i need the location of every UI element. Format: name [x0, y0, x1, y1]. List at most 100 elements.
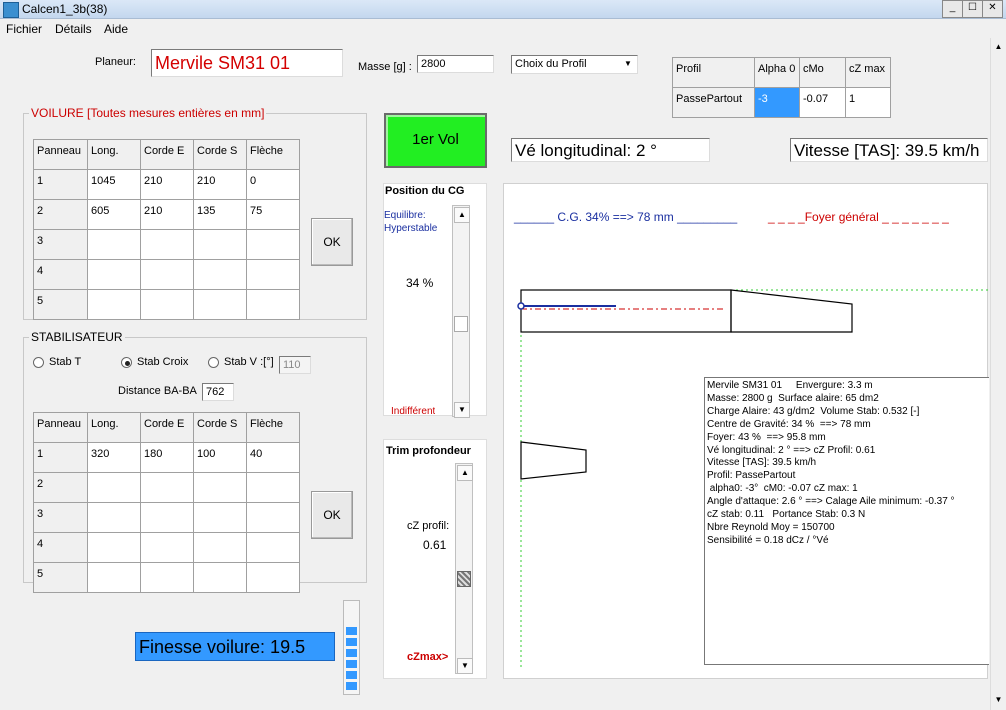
stab-cell[interactable] — [87, 562, 141, 593]
scroll-up-icon[interactable]: ▲ — [457, 465, 473, 481]
stab-cell[interactable]: 180 — [140, 442, 194, 473]
title-bar: Calcen1_3b(38) _ ☐ ✕ — [0, 0, 1006, 19]
stab-cell[interactable] — [87, 502, 141, 533]
stab-cell[interactable] — [193, 562, 247, 593]
voilure-header: Long. — [87, 139, 141, 170]
stab-cell[interactable] — [140, 532, 194, 563]
stab-cell[interactable] — [246, 562, 300, 593]
voilure-cell[interactable] — [87, 229, 141, 260]
scroll-up-icon[interactable]: ▲ — [454, 207, 470, 223]
menu-details[interactable]: Détails — [55, 22, 92, 36]
voilure-cell[interactable]: 0 — [246, 169, 300, 200]
voilure-cell[interactable] — [193, 229, 247, 260]
stab-cell[interactable] — [87, 532, 141, 563]
voilure-cell[interactable]: 135 — [193, 199, 247, 230]
maximize-button[interactable]: ☐ — [962, 0, 983, 18]
scroll-up-icon[interactable]: ▲ — [992, 40, 1005, 53]
stab-cell[interactable] — [246, 532, 300, 563]
stab-cell[interactable] — [246, 502, 300, 533]
cg-scroll-thumb[interactable] — [454, 316, 468, 332]
stab-header: Flèche — [246, 412, 300, 443]
planeur-input[interactable]: Mervile SM31 01 — [151, 49, 343, 77]
table-row: 3 — [33, 229, 300, 260]
stab-v-label: Stab V :[°] — [224, 356, 274, 368]
trim-title: Trim profondeur — [386, 445, 471, 457]
info-line: Profil: PassePartout — [707, 470, 796, 482]
stab-cell[interactable] — [246, 472, 300, 503]
glider-drawing: ______ C.G. 34% ==> 78 mm _________ _ _ … — [503, 183, 989, 679]
info-line: alpha0: -3° cM0: -0.07 cZ max: 1 — [707, 483, 858, 495]
voilure-ok-button[interactable]: OK — [311, 218, 353, 266]
stab-cell[interactable] — [140, 502, 194, 533]
stab-cell[interactable] — [193, 472, 247, 503]
trim-scroll-thumb[interactable] — [457, 571, 471, 587]
voilure-cell[interactable] — [140, 289, 194, 320]
cg-scrollbar[interactable]: ▲ ▼ — [452, 205, 470, 418]
trim-cz-value: 0.61 — [423, 538, 447, 552]
menu-fichier[interactable]: Fichier — [6, 22, 42, 36]
stab-row-header: 3 — [33, 502, 88, 533]
voilure-cell[interactable]: 75 — [246, 199, 300, 230]
stab-cell[interactable]: 40 — [246, 442, 300, 473]
stab-cell[interactable] — [193, 502, 247, 533]
cg-hyper-label: Hyperstable — [384, 223, 438, 234]
voilure-cell[interactable]: 210 — [140, 169, 194, 200]
window-scrollbar[interactable]: ▲ ▼ — [990, 38, 1006, 710]
scroll-down-icon[interactable]: ▼ — [457, 658, 473, 674]
stab-header: Long. — [87, 412, 141, 443]
cg-title: Position du CG — [385, 185, 465, 197]
stab-v-radio[interactable] — [208, 357, 219, 368]
voilure-cell[interactable] — [140, 229, 194, 260]
profile-cmo-cell[interactable]: -0.07 — [799, 87, 846, 118]
voilure-cell[interactable]: 210 — [193, 169, 247, 200]
voilure-cell[interactable]: 1045 — [87, 169, 141, 200]
voilure-cell[interactable]: 210 — [140, 199, 194, 230]
distance-input[interactable]: 762 — [202, 383, 234, 401]
voilure-cell[interactable] — [246, 229, 300, 260]
voilure-header: Corde S — [193, 139, 247, 170]
voilure-cell[interactable] — [193, 259, 247, 290]
voilure-cell[interactable] — [246, 259, 300, 290]
voilure-title: VOILURE [Toutes mesures entières en mm] — [29, 106, 267, 120]
stab-cell[interactable]: 100 — [193, 442, 247, 473]
stab-cell[interactable] — [87, 472, 141, 503]
scroll-down-icon[interactable]: ▼ — [992, 693, 1005, 706]
stab-cell[interactable] — [140, 472, 194, 503]
profile-czmax-cell[interactable]: 1 — [845, 87, 891, 118]
scroll-down-icon[interactable]: ▼ — [454, 402, 470, 418]
minimize-button[interactable]: _ — [942, 0, 963, 18]
trim-scrollbar[interactable]: ▲ ▼ — [455, 463, 473, 674]
profile-select[interactable]: Choix du Profil ▼ — [511, 55, 638, 74]
masse-label: Masse [g] : — [358, 61, 412, 73]
close-button[interactable]: ✕ — [982, 0, 1003, 18]
speed-display: Vitesse [TAS]: 39.5 km/h — [790, 138, 988, 162]
voilure-cell[interactable] — [140, 259, 194, 290]
voilure-cell[interactable] — [87, 289, 141, 320]
stab-cell[interactable]: 320 — [87, 442, 141, 473]
table-row: 1 320 180 100 40 — [33, 442, 300, 473]
finesse-level-meter — [343, 600, 360, 695]
stab-header: Panneau — [33, 412, 88, 443]
cg-indiff-label: Indifférent — [391, 406, 436, 416]
info-line: Foyer: 43 % ==> 95.8 mm — [707, 431, 826, 443]
masse-input[interactable]: 2800 — [417, 55, 494, 73]
profile-alpha0-cell[interactable]: -3 — [754, 87, 800, 118]
stab-header-row: Panneau Long. Corde E Corde S Flèche — [33, 412, 300, 443]
voilure-cell[interactable] — [193, 289, 247, 320]
menu-aide[interactable]: Aide — [104, 22, 128, 36]
stab-t-radio[interactable] — [33, 357, 44, 368]
stab-cell[interactable] — [140, 562, 194, 593]
info-line: Masse: 2800 g Surface alaire: 65 dm2 — [707, 392, 879, 404]
stab-v-angle-input[interactable]: 110 — [279, 356, 311, 374]
table-row: 4 — [33, 259, 300, 290]
voilure-cell[interactable]: 605 — [87, 199, 141, 230]
voilure-header-row: Panneau Long. Corde E Corde S Flèche — [33, 139, 300, 170]
voilure-cell[interactable] — [246, 289, 300, 320]
stab-croix-radio[interactable] — [121, 357, 132, 368]
stab-cell[interactable] — [193, 532, 247, 563]
voilure-cell[interactable] — [87, 259, 141, 290]
stab-ok-button[interactable]: OK — [311, 491, 353, 539]
first-flight-button[interactable]: 1er Vol — [384, 113, 487, 168]
voilure-row-header: 2 — [33, 199, 88, 230]
profile-header-czmax: cZ max — [845, 57, 891, 88]
